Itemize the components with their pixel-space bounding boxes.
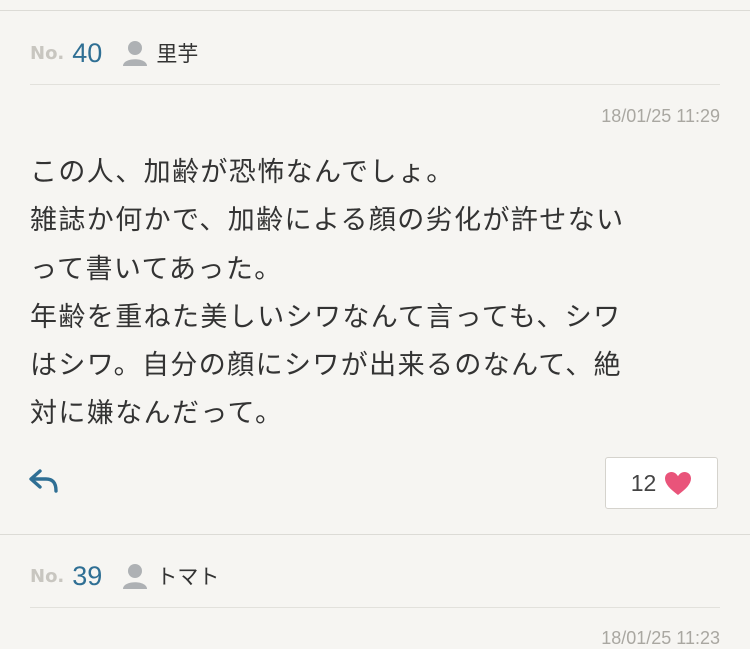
comment-item: No. 39 トマト 18/01/25 11:23 — [0, 534, 750, 648]
reply-button[interactable] — [28, 466, 64, 502]
comment-number[interactable]: 39 — [72, 561, 102, 592]
comment-number-label: No. — [30, 565, 65, 587]
comment-body-line: はシワ。自分の顔にシワが出来るのなんて、絶 — [30, 350, 623, 382]
comment-timestamp: 18/01/25 11:23 — [601, 628, 720, 648]
comment-body-line: この人、加齢が恐怖なんでしょ。 — [30, 157, 455, 188]
comment-header: No. 40 里芋 — [30, 38, 198, 68]
comment-username: 里芋 — [156, 42, 199, 66]
comment-number[interactable]: 40 — [72, 38, 102, 69]
comment-timestamp: 18/01/25 11:29 — [601, 106, 720, 126]
heart-icon — [664, 471, 692, 496]
comment-username: トマト — [156, 565, 220, 589]
comment-number-label: No. — [30, 42, 65, 64]
comment-item: No. 40 里芋 18/01/25 11:29 この人、加齢が恐怖なんでしょ。… — [0, 11, 750, 533]
like-count: 12 — [630, 469, 657, 496]
header-separator — [30, 607, 720, 608]
comment-body-line: 対に嫌なんだって。 — [30, 398, 284, 430]
like-button[interactable]: 12 — [605, 457, 718, 509]
comment-body-line: 年齢を重ねた美しいシワなんて言っても、シワ — [30, 301, 622, 333]
user-icon — [120, 563, 150, 589]
comment-header: No. 39 トマト — [30, 561, 219, 591]
comment-body-line: 雑誌か何かで、加齢による顔の劣化が許せない — [30, 205, 625, 237]
user-icon — [120, 40, 150, 66]
reply-icon — [28, 469, 62, 500]
header-separator — [30, 84, 720, 85]
comment-body-line: って書いてあった。 — [30, 253, 283, 285]
comment-body: この人、加齢が恐怖なんでしょ。 雑誌か何かで、加齢による顔の劣化が許せない って… — [30, 149, 720, 439]
